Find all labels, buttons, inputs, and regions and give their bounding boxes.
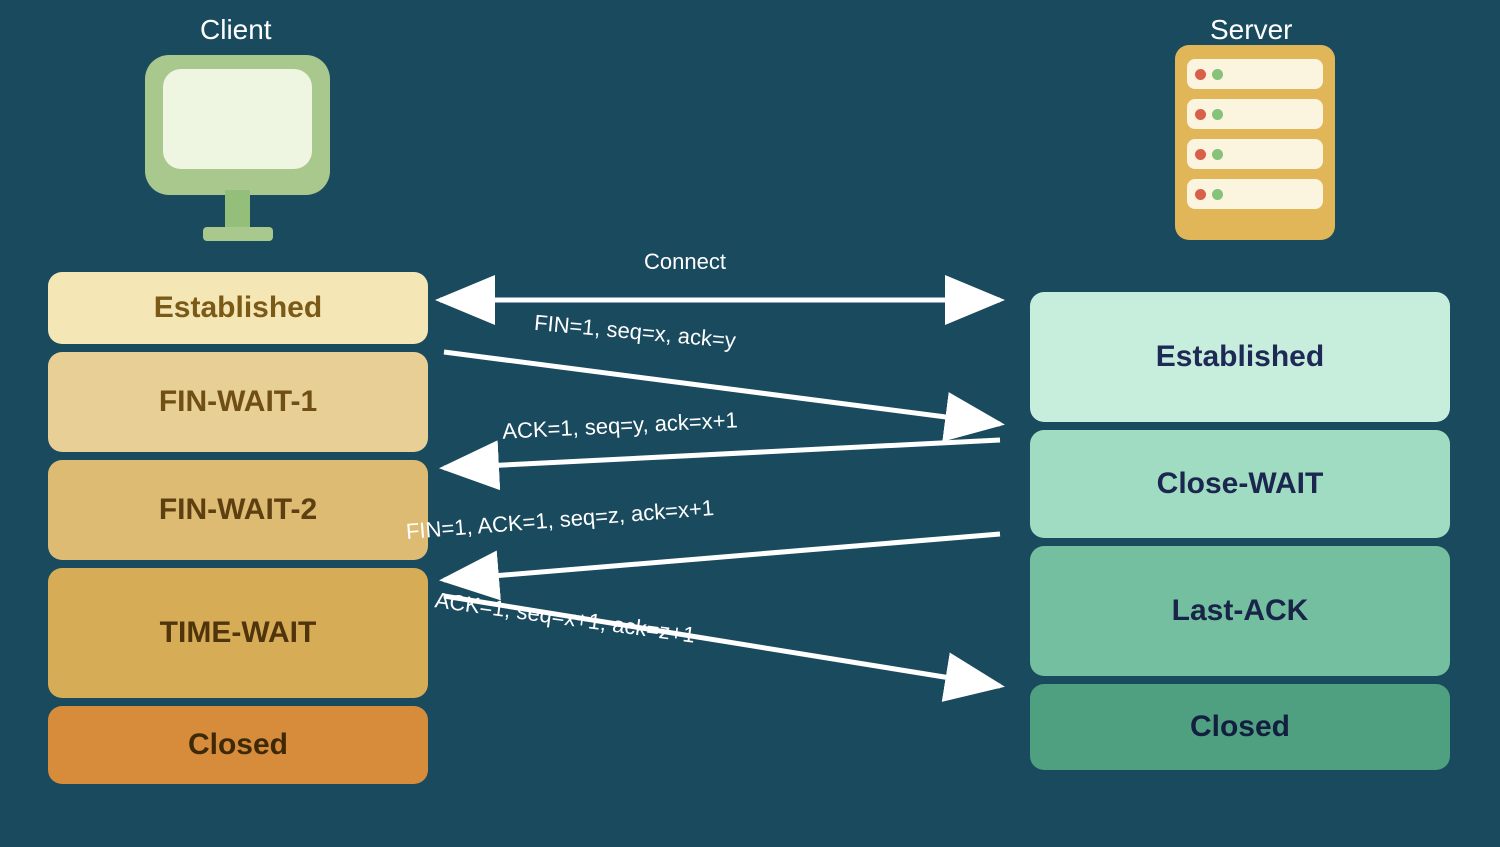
client-computer-icon	[145, 55, 330, 240]
client-title: Client	[200, 14, 272, 46]
server-state-close-wait: Close-WAIT	[1030, 430, 1450, 538]
message-label-3: FIN=1, ACK=1, seq=z, ack=x+1	[405, 495, 715, 545]
client-state-closed: Closed	[48, 706, 428, 784]
diagram-stage: Client Server Established FIN-WAIT-1FIN-W…	[0, 0, 1500, 847]
client-state-fin-wait-1: FIN-WAIT-1	[48, 352, 428, 452]
message-label-2: ACK=1, seq=y, ack=x+1	[502, 407, 739, 444]
client-state-time-wait: TIME-WAIT	[48, 568, 428, 698]
client-state-established: Established	[48, 272, 428, 344]
server-state-closed: Closed	[1030, 684, 1450, 770]
server-state-last-ack: Last-ACK	[1030, 546, 1450, 676]
server-rack-icon	[1175, 45, 1335, 240]
message-label-1: FIN=1, seq=x, ack=y	[533, 310, 737, 354]
client-state-fin-wait-2: FIN-WAIT-2	[48, 460, 428, 560]
message-label-4: ACK=1, seq=x+1, ack=z+1	[433, 587, 696, 648]
message-label-0: Connect	[644, 249, 726, 275]
arrow-2	[444, 440, 1000, 468]
server-title: Server	[1210, 14, 1292, 46]
arrow-3	[444, 534, 1000, 580]
server-state-established: Established	[1030, 292, 1450, 422]
